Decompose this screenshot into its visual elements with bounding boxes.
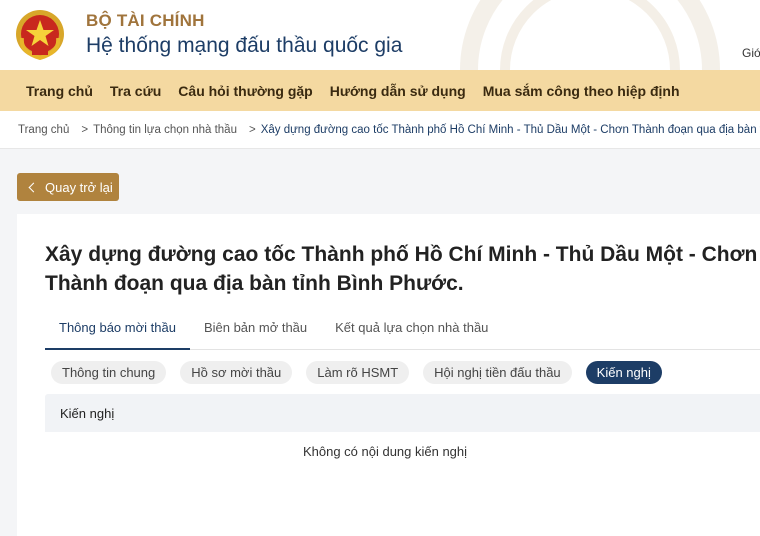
site-header: BỘ TÀI CHÍNH Hệ thống mạng đấu thầu quốc… (0, 0, 760, 70)
main-tabs: Thông báo mời thầu Biên bản mở thầu Kết … (45, 314, 760, 350)
chevron-left-icon (28, 182, 39, 192)
breadcrumb-contractor-info[interactable]: Thông tin lựa chọn nhà thầu (93, 124, 237, 136)
breadcrumb-current: Xây dựng đường cao tốc Thành phố Hồ Chí … (260, 123, 760, 136)
tab-bid-notice[interactable]: Thông báo mời thầu (45, 314, 190, 350)
breadcrumb-home[interactable]: Trang chủ (18, 124, 69, 136)
nav-public-procurement[interactable]: Mua sắm công theo hiệp định (483, 83, 680, 99)
page-title: Xây dựng đường cao tốc Thành phố Hồ Chí … (45, 243, 758, 295)
back-button-label: Quay trở lại (45, 179, 113, 195)
table-header: Kiến nghị (45, 394, 760, 432)
tab-bid-opening-minutes[interactable]: Biên bản mở thầu (190, 314, 321, 350)
subtab-bidding-documents[interactable]: Hồ sơ mời thầu (180, 361, 293, 384)
nav-home[interactable]: Trang chủ (26, 83, 93, 99)
empty-state-message: Không có nội dung kiến nghị (302, 444, 468, 459)
subtab-petitions[interactable]: Kiến nghị (585, 361, 662, 384)
header-right-link[interactable]: Giớ (742, 46, 760, 60)
main-nav: Trang chủ Tra cứu Câu hỏi thường gặp Hướ… (0, 70, 760, 111)
nav-user-guide[interactable]: Hướng dẫn sử dụng (330, 83, 466, 99)
breadcrumb: Trang chủ > Thông tin lựa chọn nhà thầu … (0, 111, 760, 149)
subtab-general-info[interactable]: Thông tin chung (51, 361, 167, 384)
breadcrumb-separator: > (81, 123, 89, 136)
sub-tabs: Thông tin chung Hồ sơ mời thầu Làm rõ HS… (51, 361, 676, 384)
detail-card: Xây dựng đường cao tốc Thành phố Hồ Chí … (17, 214, 760, 536)
drum-pattern-decoration-inner (500, 0, 680, 70)
ministry-name: BỘ TÀI CHÍNH (86, 11, 205, 30)
subtab-clarification[interactable]: Làm rõ HSMT (306, 361, 410, 384)
nav-lookup[interactable]: Tra cứu (110, 83, 161, 99)
tab-selection-result[interactable]: Kết quả lựa chọn nhà thầu (321, 314, 502, 350)
breadcrumb-separator: > (248, 123, 256, 136)
nav-faq[interactable]: Câu hỏi thường gặp (178, 83, 312, 99)
subtab-pre-bid-conference[interactable]: Hội nghị tiền đấu thầu (423, 361, 572, 384)
system-title: Hệ thống mạng đấu thầu quốc gia (86, 34, 403, 57)
back-button[interactable]: Quay trở lại (17, 173, 119, 201)
national-emblem-icon[interactable] (14, 8, 66, 60)
